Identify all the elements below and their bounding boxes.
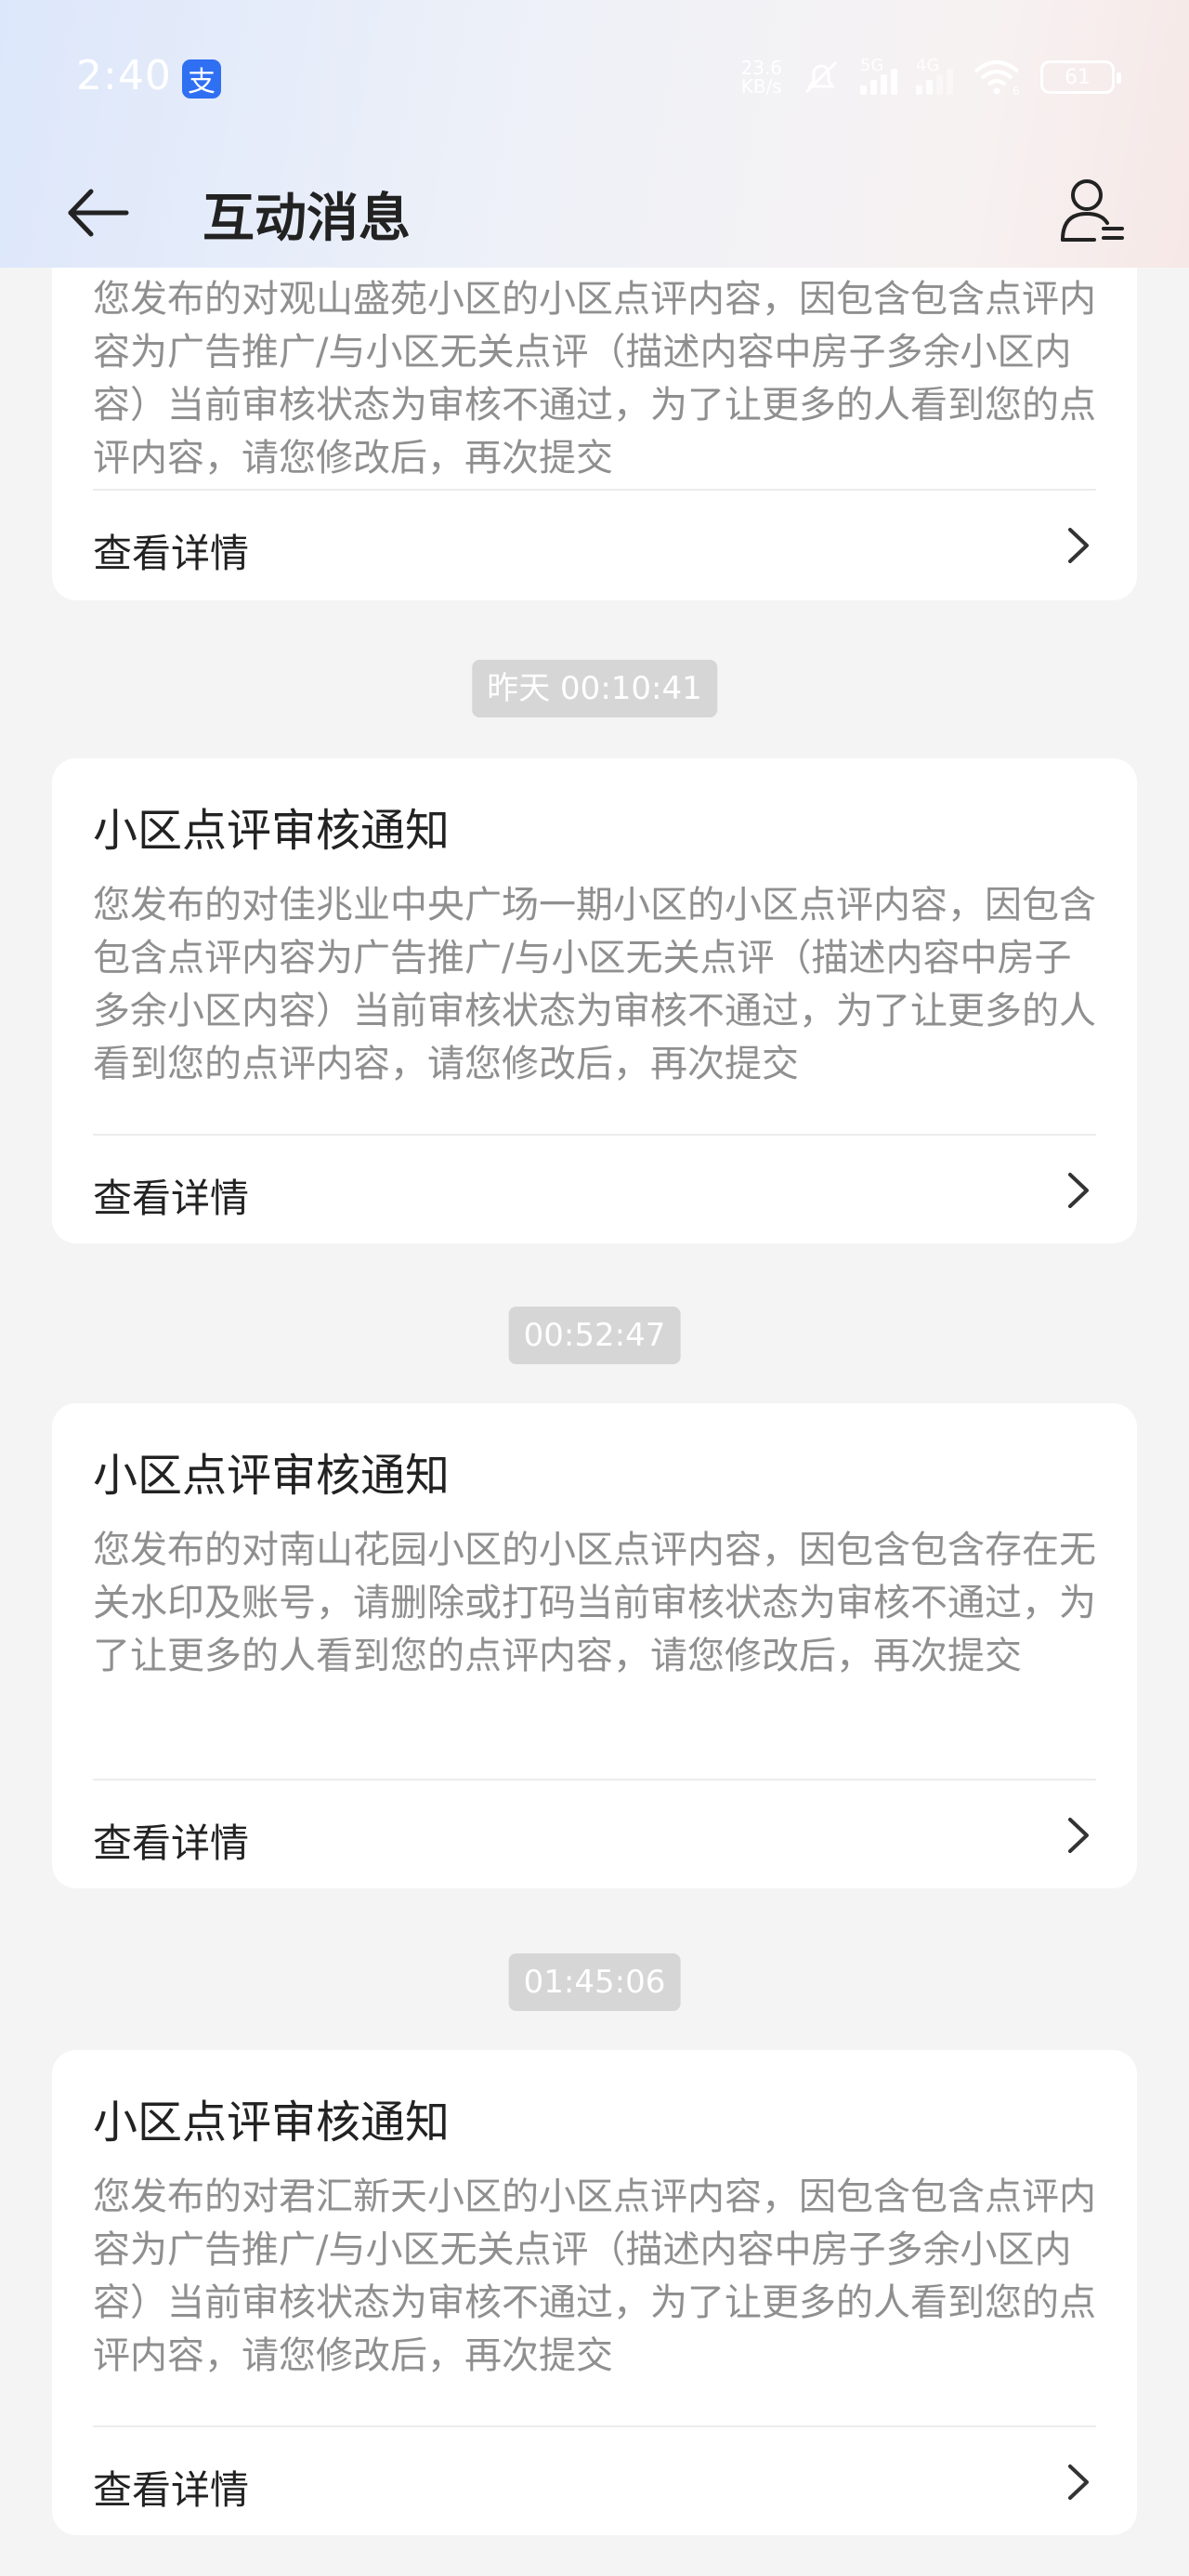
- signal-5g-label: 5G: [860, 56, 884, 75]
- network-speed-unit: KB/s: [740, 75, 782, 98]
- view-details-row[interactable]: 查看详情: [52, 491, 1137, 600]
- battery-icon: 61: [1040, 60, 1121, 94]
- alipay-icon: 支: [182, 59, 221, 99]
- status-right-icons: 23.6 KB/s 5G 4G 6 61: [740, 54, 1121, 100]
- wifi-label: 6: [1013, 85, 1020, 96]
- message-card: 小区点评审核通知 您发布的对君汇新天小区的小区点评内容，因包含包含点评内容为广告…: [52, 2050, 1137, 2535]
- chevron-right-icon: [1068, 1173, 1089, 1208]
- timestamp: 昨天 00:10:41: [472, 660, 717, 717]
- message-body: 您发布的对南山花园小区的小区点评内容，因包含包含存在无关水印及账号，请删除或打码…: [93, 1529, 1096, 1677]
- timestamp: 01:45:06: [508, 1953, 681, 2011]
- message-card: 您发布的对观山盛苑小区的小区点评内容，因包含包含点评内容为广告推广/与小区无关点…: [52, 268, 1137, 600]
- chevron-right-icon: [1068, 528, 1089, 563]
- mute-bell-icon: [804, 60, 838, 94]
- status-time: 2:40: [76, 52, 172, 99]
- view-details-row[interactable]: 查看详情: [52, 1136, 1137, 1245]
- wifi-icon: 6: [973, 60, 1020, 96]
- view-details-label: 查看详情: [93, 1820, 250, 1866]
- profile-button[interactable]: [1053, 171, 1131, 249]
- message-title: 小区点评审核通知: [93, 805, 451, 857]
- view-details-row[interactable]: 查看详情: [52, 2427, 1137, 2537]
- battery-level: 61: [1065, 65, 1091, 89]
- message-body: 您发布的对观山盛苑小区的小区点评内容，因包含包含点评内容为广告推广/与小区无关点…: [93, 278, 1096, 480]
- signal-4g-icon: 4G: [916, 56, 953, 95]
- signal-5g-icon: 5G: [860, 56, 897, 95]
- message-list[interactable]: 您发布的对观山盛苑小区的小区点评内容，因包含包含点评内容为广告推广/与小区无关点…: [0, 268, 1189, 2576]
- message-card: 小区点评审核通知 您发布的对南山花园小区的小区点评内容，因包含包含存在无关水印及…: [52, 1403, 1137, 1888]
- view-details-label: 查看详情: [93, 1176, 250, 1221]
- message-card: 小区点评审核通知 您发布的对佳兆业中央广场一期小区的小区点评内容，因包含包含点评…: [52, 758, 1137, 1243]
- back-button[interactable]: [61, 180, 136, 245]
- arrow-left-icon: [68, 189, 129, 237]
- timestamp: 00:52:47: [508, 1307, 681, 1364]
- signal-4g-label: 4G: [916, 56, 940, 75]
- message-title: 小区点评审核通知: [93, 1450, 451, 1502]
- view-details-label: 查看详情: [93, 531, 250, 576]
- user-settings-icon: [1061, 179, 1124, 242]
- status-bar: 2:40 支 23.6 KB/s 5G 4G 6 61: [0, 0, 1189, 158]
- network-speed: 23.6 KB/s: [740, 59, 782, 96]
- message-title: 小区点评审核通知: [93, 2096, 451, 2149]
- message-body: 您发布的对君汇新天小区的小区点评内容，因包含包含点评内容为广告推广/与小区无关点…: [93, 2175, 1096, 2377]
- message-body: 您发布的对佳兆业中央广场一期小区的小区点评内容，因包含包含点评内容为广告推广/与…: [93, 884, 1096, 1085]
- header: 2:40 支 23.6 KB/s 5G 4G 6 61 互动消息: [0, 0, 1189, 268]
- view-details-label: 查看详情: [93, 2467, 250, 2513]
- chevron-right-icon: [1068, 2464, 1089, 2500]
- page-title: 互动消息: [203, 189, 411, 249]
- view-details-row[interactable]: 查看详情: [52, 1781, 1137, 1890]
- chevron-right-icon: [1068, 1818, 1089, 1853]
- network-speed-value: 23.6: [740, 57, 782, 79]
- page: 您发布的对观山盛苑小区的小区点评内容，因包含包含点评内容为广告推广/与小区无关点…: [0, 0, 1189, 2576]
- app-bar: 互动消息: [0, 158, 1189, 268]
